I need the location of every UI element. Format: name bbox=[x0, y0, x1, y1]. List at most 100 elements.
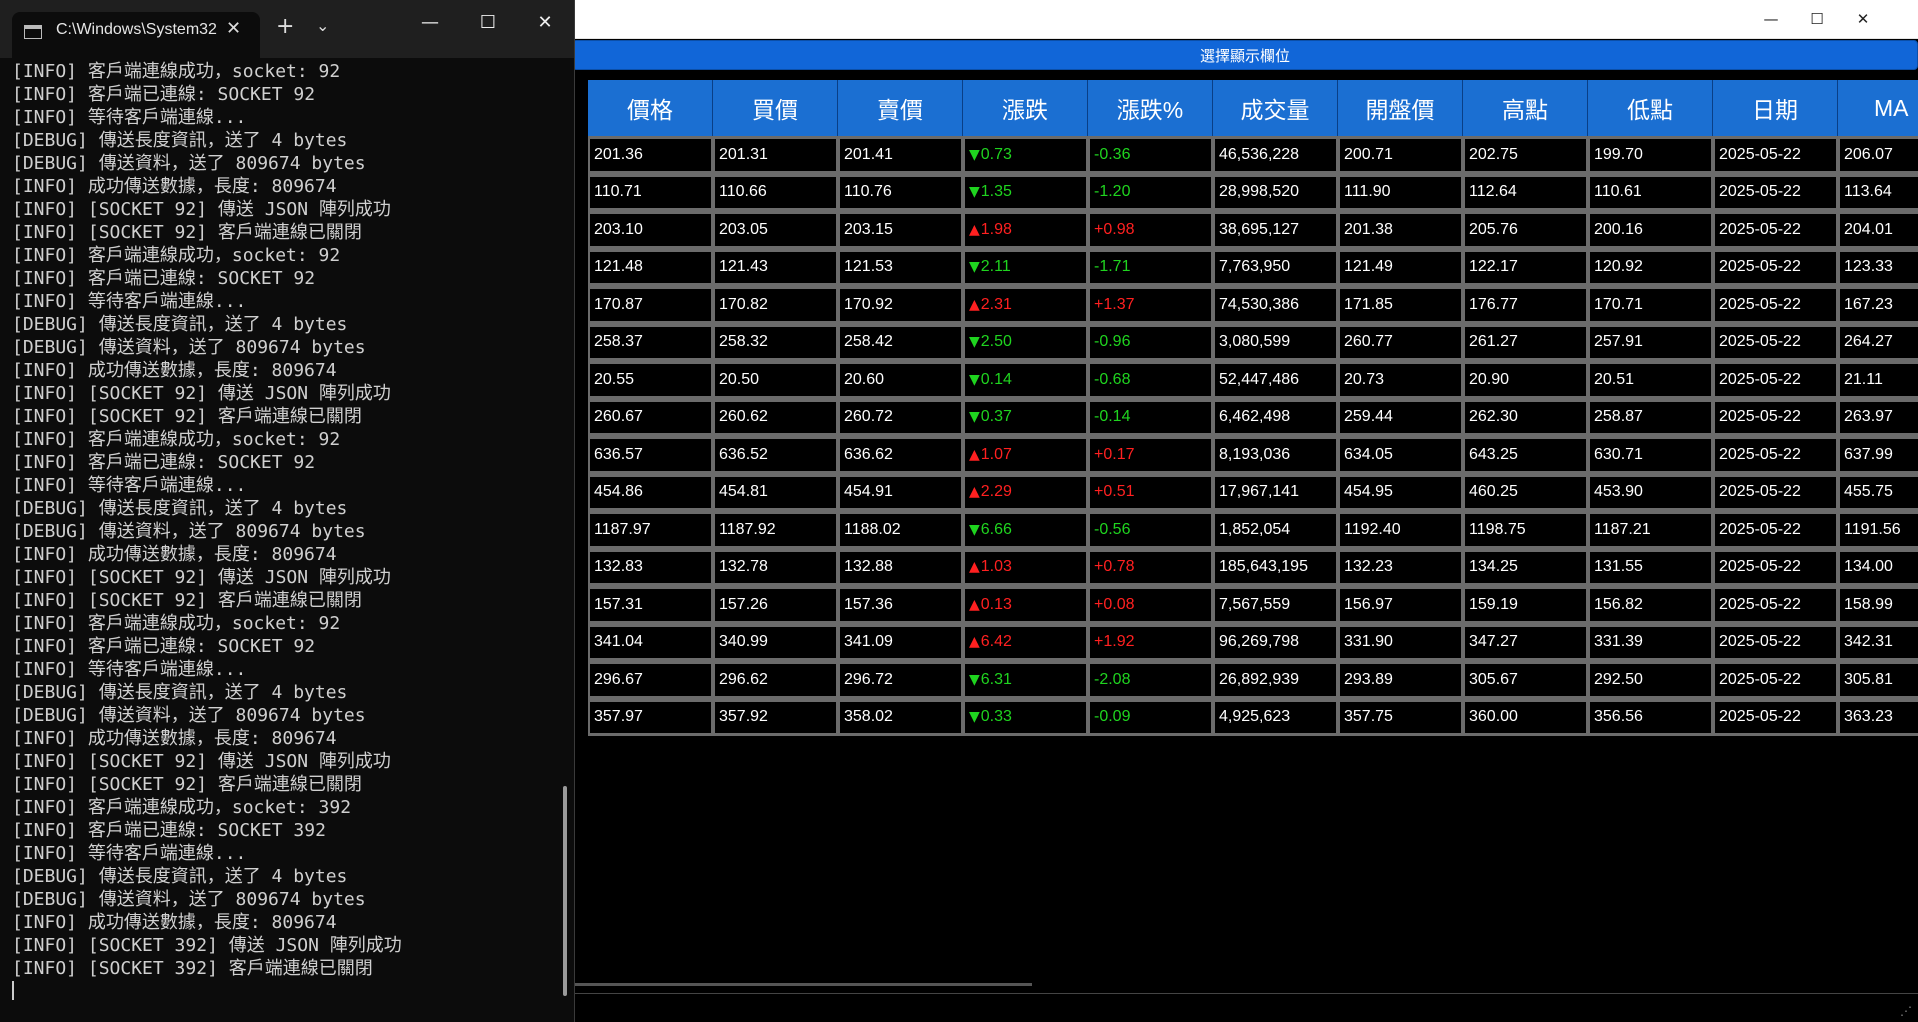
terminal-minimize-button[interactable]: — bbox=[415, 12, 445, 33]
tab-dropdown-icon[interactable]: ⌄ bbox=[316, 16, 329, 35]
change-value: 2.11 bbox=[980, 258, 1011, 276]
table-row[interactable]: 20.55 20.50 20.60 ▼ 0.14 -0.68 52,447,486 20.73… bbox=[588, 361, 1918, 399]
new-tab-button[interactable]: + bbox=[276, 14, 294, 39]
ask-cell: 201.41 bbox=[838, 136, 963, 174]
log-line: [INFO] 等待客戶端連線... bbox=[12, 291, 247, 312]
log-line: [DEBUG] 傳送資料，送了 809674 bytes bbox=[12, 705, 366, 726]
pct-cell: +1.37 bbox=[1088, 286, 1213, 324]
change-cell: ▲ 1.03 bbox=[963, 548, 1088, 586]
table-row[interactable]: 121.48 121.43 121.53 ▼ 2.11 -1.71 7,763,950 121… bbox=[588, 248, 1918, 286]
terminal-tab[interactable]: C:\Windows\System32 ✕ bbox=[12, 12, 260, 58]
table-row[interactable]: 132.83 132.78 132.88 ▲ 1.03 +0.78 185,643,195 1… bbox=[588, 548, 1918, 586]
volume-cell: 26,892,939 bbox=[1213, 661, 1338, 699]
price-cell: 203.10 bbox=[588, 211, 713, 249]
price-cell: 341.04 bbox=[588, 623, 713, 661]
terminal-window: C:\Windows\System32 ✕ + ⌄ — ☐ ✕ [INFO] 客… bbox=[0, 0, 575, 1022]
change-cell: ▼ 6.66 bbox=[963, 511, 1088, 549]
change-value: 1.98 bbox=[980, 220, 1012, 238]
open-cell: 121.49 bbox=[1338, 248, 1463, 286]
volume-cell: 3,080,599 bbox=[1213, 323, 1338, 361]
log-line: [INFO] 成功傳送數據，長度: 809674 bbox=[12, 544, 337, 565]
table-row[interactable]: 258.37 258.32 258.42 ▼ 2.50 -0.96 3,080,599 260… bbox=[588, 323, 1918, 361]
log-line: [INFO] 客戶端已連線: SOCKET 92 bbox=[12, 84, 316, 105]
bid-cell: 121.43 bbox=[713, 248, 838, 286]
bid-cell: 258.32 bbox=[713, 323, 838, 361]
ask-cell: 1188.02 bbox=[838, 511, 963, 549]
table-row[interactable]: 636.57 636.52 636.62 ▲ 1.07 +0.17 8,193,036 634… bbox=[588, 436, 1918, 474]
horizontal-scrollbar[interactable] bbox=[572, 983, 1032, 986]
volume-cell: 52,447,486 bbox=[1213, 361, 1338, 399]
column-header[interactable]: MA bbox=[1838, 80, 1918, 136]
price-cell: 110.71 bbox=[588, 173, 713, 211]
table-row[interactable]: 203.10 203.05 203.15 ▲ 1.98 +0.98 38,695,127 20… bbox=[588, 211, 1918, 249]
low-cell: 131.55 bbox=[1588, 548, 1713, 586]
table-row[interactable]: 110.71 110.66 110.76 ▼ 1.35 -1.20 28,998,520 11… bbox=[588, 173, 1918, 211]
date-cell: 2025-05-22 bbox=[1713, 436, 1838, 474]
arrow-down-icon: ▼ bbox=[969, 709, 980, 726]
price-cell: 157.31 bbox=[588, 586, 713, 624]
close-tab-icon[interactable]: ✕ bbox=[226, 18, 241, 39]
column-header[interactable]: 漲跌 bbox=[963, 80, 1088, 136]
log-line: [DEBUG] 傳送長度資訊，送了 4 bytes bbox=[12, 314, 348, 335]
resize-grip-icon[interactable]: ⋰ bbox=[1900, 1004, 1914, 1018]
date-cell: 2025-05-22 bbox=[1713, 136, 1838, 174]
price-cell: 121.48 bbox=[588, 248, 713, 286]
log-line: [INFO] [SOCKET 392] 客戶端連線已關閉 bbox=[12, 958, 373, 979]
column-header[interactable]: 漲跌% bbox=[1088, 80, 1213, 136]
column-header[interactable]: 低點 bbox=[1588, 80, 1713, 136]
open-cell: 111.90 bbox=[1338, 173, 1463, 211]
arrow-up-icon: ▲ bbox=[969, 559, 980, 576]
log-line: [INFO] [SOCKET 92] 客戶端連線已關閉 bbox=[12, 406, 362, 427]
column-header[interactable]: 日期 bbox=[1713, 80, 1838, 136]
table-row[interactable]: 357.97 357.92 358.02 ▼ 0.33 -0.09 4,925,623 357… bbox=[588, 698, 1918, 736]
volume-cell: 6,462,498 bbox=[1213, 398, 1338, 436]
change-value: 0.14 bbox=[980, 370, 1012, 388]
pct-cell: -0.09 bbox=[1088, 698, 1213, 736]
column-header[interactable]: 賣價 bbox=[838, 80, 963, 136]
change-value: 0.73 bbox=[980, 145, 1012, 163]
table-row[interactable]: 170.87 170.82 170.92 ▲ 2.31 +1.37 74,530,386 17… bbox=[588, 286, 1918, 324]
arrow-down-icon: ▼ bbox=[969, 371, 980, 388]
price-cell: 454.86 bbox=[588, 473, 713, 511]
arrow-up-icon: ▲ bbox=[969, 596, 980, 613]
select-columns-button[interactable]: 選擇顯示欄位 bbox=[572, 40, 1918, 70]
table-row[interactable]: 341.04 340.99 341.09 ▲ 6.42 +1.92 96,269,798 33… bbox=[588, 623, 1918, 661]
pct-cell: -0.68 bbox=[1088, 361, 1213, 399]
table-row[interactable]: 157.31 157.26 157.36 ▲ 0.13 +0.08 7,567,559 156… bbox=[588, 586, 1918, 624]
column-header[interactable]: 買價 bbox=[713, 80, 838, 136]
log-line: [INFO] 客戶端連線成功，socket: 92 bbox=[12, 613, 341, 634]
table-row[interactable]: 296.67 296.62 296.72 ▼ 6.31 -2.08 26,892,939 29… bbox=[588, 661, 1918, 699]
terminal-output[interactable]: [INFO] 客戶端連線成功，socket: 92 [INFO] 客戶端已連線: … bbox=[12, 60, 552, 1000]
column-header[interactable]: 開盤價 bbox=[1338, 80, 1463, 136]
table-row[interactable]: 454.86 454.81 454.91 ▲ 2.29 +0.51 17,967,141 45… bbox=[588, 473, 1918, 511]
ask-cell: 454.91 bbox=[838, 473, 963, 511]
pct-cell: -0.14 bbox=[1088, 398, 1213, 436]
log-line: [INFO] 客戶端連線成功，socket: 92 bbox=[12, 429, 341, 450]
ask-cell: 157.36 bbox=[838, 586, 963, 624]
price-cell: 132.83 bbox=[588, 548, 713, 586]
date-cell: 2025-05-22 bbox=[1713, 661, 1838, 699]
change-cell: ▼ 2.11 bbox=[963, 248, 1088, 286]
table-row[interactable]: 1187.97 1187.92 1188.02 ▼ 6.66 -0.56 1,852,054… bbox=[588, 511, 1918, 549]
column-header[interactable]: 價格 bbox=[588, 80, 713, 136]
low-cell: 199.70 bbox=[1588, 136, 1713, 174]
log-line: [DEBUG] 傳送資料，送了 809674 bytes bbox=[12, 889, 366, 910]
price-cell: 1187.97 bbox=[588, 511, 713, 549]
terminal-close-button[interactable]: ✕ bbox=[530, 12, 560, 33]
table-row[interactable]: 260.67 260.62 260.72 ▼ 0.37 -0.14 6,462,498 259… bbox=[588, 398, 1918, 436]
terminal-scrollbar[interactable] bbox=[563, 786, 567, 996]
log-line: [INFO] 客戶端連線成功，socket: 92 bbox=[12, 245, 341, 266]
table-row[interactable]: 201.36 201.31 201.41 ▼ 0.73 -0.36 46,536,228 20… bbox=[588, 136, 1918, 174]
volume-cell: 96,269,798 bbox=[1213, 623, 1338, 661]
stock-minimize-button[interactable]: — bbox=[1748, 0, 1794, 38]
stock-maximize-button[interactable]: ☐ bbox=[1794, 0, 1840, 38]
volume-cell: 4,925,623 bbox=[1213, 698, 1338, 736]
stock-close-button[interactable]: ✕ bbox=[1840, 0, 1886, 38]
date-cell: 2025-05-22 bbox=[1713, 586, 1838, 624]
open-cell: 293.89 bbox=[1338, 661, 1463, 699]
bid-cell: 260.62 bbox=[713, 398, 838, 436]
column-header[interactable]: 成交量 bbox=[1213, 80, 1338, 136]
date-cell: 2025-05-22 bbox=[1713, 286, 1838, 324]
column-header[interactable]: 高點 bbox=[1463, 80, 1588, 136]
terminal-maximize-button[interactable]: ☐ bbox=[473, 12, 503, 33]
